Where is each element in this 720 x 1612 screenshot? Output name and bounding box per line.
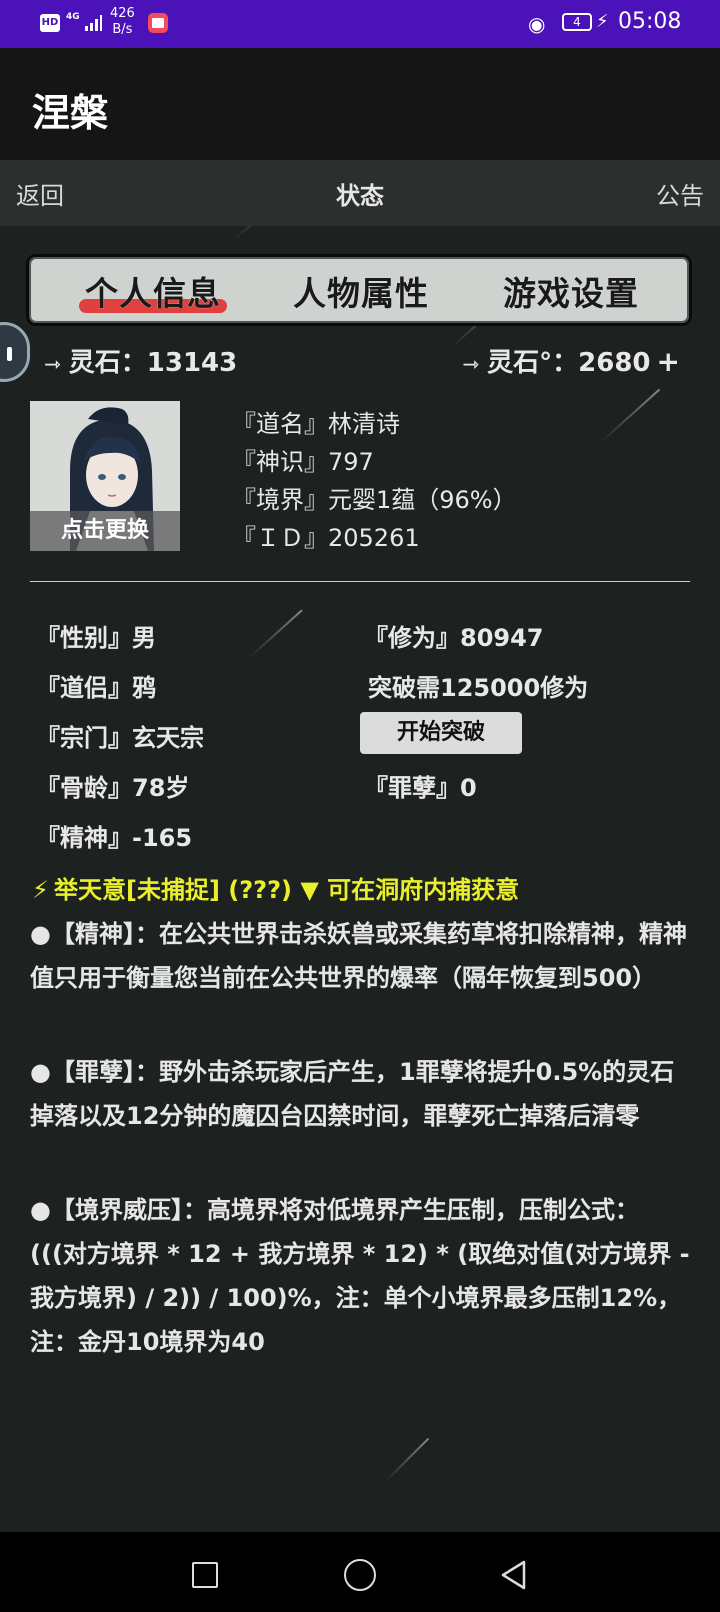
premium-spirit-stone-value: 灵石°：2680 [487, 348, 651, 378]
attr-cultivation: 『修为』80947 [364, 624, 544, 652]
charging-icon: ⚡ [596, 11, 609, 32]
dao-name: 『道名』林清诗 [232, 410, 400, 438]
tab-bar: 个人信息 人物属性 游戏设置 [26, 254, 692, 326]
eye-icon: ◉ [528, 12, 546, 36]
avatar[interactable]: 点击更换 [30, 401, 180, 551]
decorative-streak [599, 388, 661, 444]
divine-sense: 『神识』797 [232, 448, 374, 476]
tab-character-attributes[interactable]: 人物属性 [293, 267, 429, 315]
realm-pressure-description: ●【境界威压】：高境界将对低境界产生压制，压制公式：(((对方境界 * 12 +… [30, 1196, 690, 1356]
navigation-bar: 状态 返回 公告 [0, 160, 720, 226]
hd-badge: HD [40, 14, 60, 32]
start-breakthrough-button[interactable]: 开始突破 [360, 712, 522, 754]
network-speed: 426 B/s [110, 6, 135, 38]
book-app-icon [148, 13, 168, 33]
speed-value: 426 [110, 6, 135, 21]
attr-gender: 『性别』男 [36, 624, 156, 652]
battery-icon: 4 [562, 13, 592, 31]
divider [30, 581, 690, 582]
lightning-icon: ⚡ [32, 876, 49, 904]
spirit-stone-value: 灵石：13143 [68, 348, 238, 378]
add-currency-button[interactable]: + [657, 345, 680, 378]
notice-button[interactable]: 公告 [656, 176, 704, 211]
spirit-stone-currency: ⇾ 灵石：13143 [44, 342, 237, 379]
tab-label: 个人信息 [85, 274, 221, 313]
app-title: 涅槃 [32, 91, 109, 135]
attr-bone-age: 『骨龄』78岁 [36, 774, 190, 802]
back-button[interactable]: 返回 [16, 176, 64, 211]
network-type: 4G [66, 12, 80, 22]
attr-sect: 『宗门』玄天宗 [36, 724, 204, 752]
speed-unit: B/s [112, 22, 133, 37]
breakthrough-requirement: 突破需125000修为 [368, 674, 589, 702]
signal-icon [85, 15, 102, 31]
app-bar: 涅槃 [0, 48, 720, 160]
realm: 『境界』元婴1蕴（96%） [232, 486, 517, 514]
sin-description: ●【罪孽】：野外击杀玩家后产生，1罪孽将提升0.5%的灵石掉落以及12分钟的魔囚… [30, 1058, 675, 1130]
spirit-description: ●【精神】：在公共世界击杀妖兽或采集药草将扣除精神，精神值只用于衡量您当前在公共… [30, 920, 687, 992]
tab-personal-info[interactable]: 个人信息 [79, 267, 227, 315]
tab-game-settings[interactable]: 游戏设置 [503, 267, 639, 315]
heaven-intent-row[interactable]: ⚡ 举天意[未捕捉] (???) ▼ 可在洞府内捕获意 [32, 870, 519, 905]
change-avatar-label[interactable]: 点击更换 [30, 511, 180, 551]
premium-spirit-stone-currency: ⇾ 灵石°：2680 + [462, 342, 680, 379]
arrow-pair-icon: ⇾ [462, 352, 480, 376]
decorative-streak [385, 1437, 430, 1482]
recent-apps-button[interactable] [192, 1562, 218, 1588]
attr-sin: 『罪孽』0 [364, 774, 477, 802]
player-id: 『ＩＤ』205261 [232, 524, 420, 552]
clock: 05:08 [618, 9, 682, 34]
system-navigation-bar [0, 1532, 720, 1612]
page-title: 状态 [336, 182, 384, 210]
floating-side-handle[interactable] [0, 322, 30, 382]
heaven-intent-text: 举天意[未捕捉] (???) ▼ 可在洞府内捕获意 [54, 876, 520, 904]
home-button[interactable] [344, 1559, 376, 1591]
back-triangle-button[interactable] [498, 1559, 528, 1591]
arrow-pair-icon: ⇾ [44, 352, 61, 376]
attr-spirit: 『精神』-165 [36, 824, 193, 852]
attr-companion: 『道侣』鸦 [36, 674, 156, 702]
handle-mark [7, 347, 12, 361]
status-bar: HD 4G 426 B/s ◉ 4 ⚡ 05:08 [0, 0, 720, 48]
decorative-streak [249, 609, 303, 658]
